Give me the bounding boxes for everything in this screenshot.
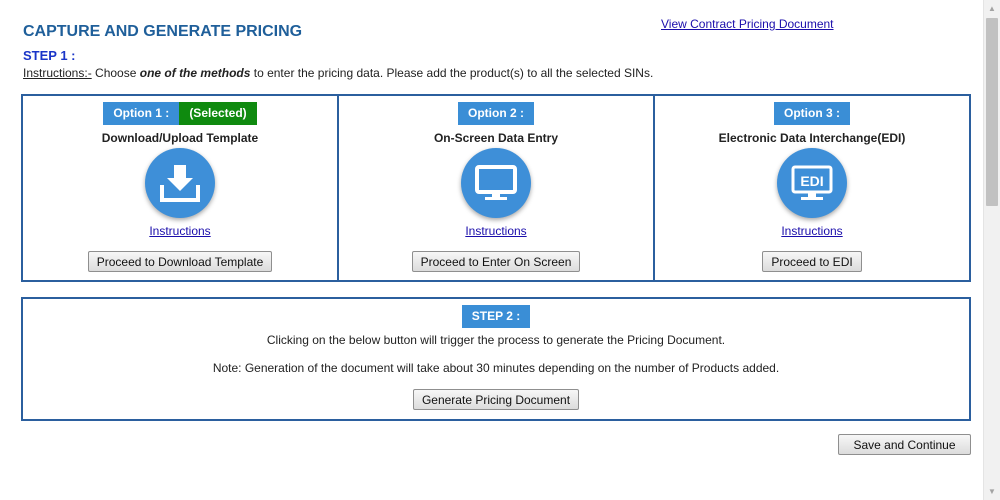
instructions-prefix: Instructions:- xyxy=(23,66,92,80)
option-2-button-wrap: Proceed to Enter On Screen xyxy=(339,251,653,272)
proceed-enter-on-screen-button[interactable]: Proceed to Enter On Screen xyxy=(411,251,581,272)
option-download-upload: Option 1 : (Selected) Download/Upload Tem… xyxy=(23,96,339,280)
option-1-badge: Option 1 : xyxy=(103,102,180,125)
option-3-button-wrap: Proceed to EDI xyxy=(655,251,969,272)
option-1-instructions: Instructions xyxy=(23,224,337,238)
page-title: CAPTURE AND GENERATE PRICING xyxy=(23,23,303,40)
option-3-instructions: Instructions xyxy=(655,224,969,238)
step2-header: STEP 2 : xyxy=(23,305,969,328)
option-2-instructions-link[interactable]: Instructions xyxy=(465,224,526,238)
step2-panel: STEP 2 : Clicking on the below button wi… xyxy=(21,297,971,421)
proceed-download-template-button[interactable]: Proceed to Download Template xyxy=(87,251,273,272)
download-icon[interactable] xyxy=(145,148,215,218)
option-on-screen: Option 2 : On-Screen Data Entry Instruct… xyxy=(339,96,655,280)
option-2-header: Option 2 : xyxy=(339,102,653,125)
option-2-badge: Option 2 : xyxy=(458,102,534,125)
step1-instructions: Instructions:- Choose one of the methods… xyxy=(23,66,653,80)
proceed-to-edi-button[interactable]: Proceed to EDI xyxy=(762,251,862,272)
generate-pricing-document-button[interactable]: Generate Pricing Document xyxy=(412,389,580,410)
option-2-title: On-Screen Data Entry xyxy=(433,131,559,145)
step2-note: Note: Generation of the document will ta… xyxy=(212,361,780,375)
options-panel: Option 1 : (Selected) Download/Upload Tem… xyxy=(21,94,971,282)
option-1-title: Download/Upload Template xyxy=(101,131,259,145)
edi-monitor-icon[interactable]: EDI xyxy=(777,148,847,218)
option-3-header: Option 3 : xyxy=(655,102,969,125)
option-2-instructions: Instructions xyxy=(339,224,653,238)
monitor-icon[interactable] xyxy=(461,148,531,218)
vertical-scrollbar[interactable]: ▲ ▼ xyxy=(983,0,1000,500)
instructions-emphasis: one of the methods xyxy=(139,66,251,80)
option-3-instructions-link[interactable]: Instructions xyxy=(781,224,842,238)
scroll-down-arrow-icon[interactable]: ▼ xyxy=(984,483,1000,500)
scrollbar-thumb[interactable] xyxy=(986,18,998,206)
step2-badge: STEP 2 : xyxy=(461,305,531,328)
option-1-header: Option 1 : (Selected) xyxy=(23,102,337,125)
step2-description: Clicking on the below button will trigge… xyxy=(266,333,726,347)
step1-label: STEP 1 : xyxy=(23,48,76,63)
view-contract-pricing-link[interactable]: View Contract Pricing Document xyxy=(661,17,834,31)
option-1-button-wrap: Proceed to Download Template xyxy=(23,251,337,272)
option-3-badge: Option 3 : xyxy=(774,102,850,125)
option-edi: Option 3 : Electronic Data Interchange(E… xyxy=(655,96,969,280)
scroll-up-arrow-icon[interactable]: ▲ xyxy=(984,0,1000,17)
edi-icon-text: EDI xyxy=(800,173,823,189)
instructions-text-b: to enter the pricing data. Please add th… xyxy=(250,66,654,80)
step2-button-wrap: Generate Pricing Document xyxy=(23,389,969,410)
option-1-instructions-link[interactable]: Instructions xyxy=(149,224,210,238)
option-3-title: Electronic Data Interchange(EDI) xyxy=(718,131,906,145)
instructions-text-a: Choose xyxy=(91,66,140,80)
save-and-continue-button[interactable]: Save and Continue xyxy=(838,434,971,455)
selected-badge: (Selected) xyxy=(179,102,257,125)
